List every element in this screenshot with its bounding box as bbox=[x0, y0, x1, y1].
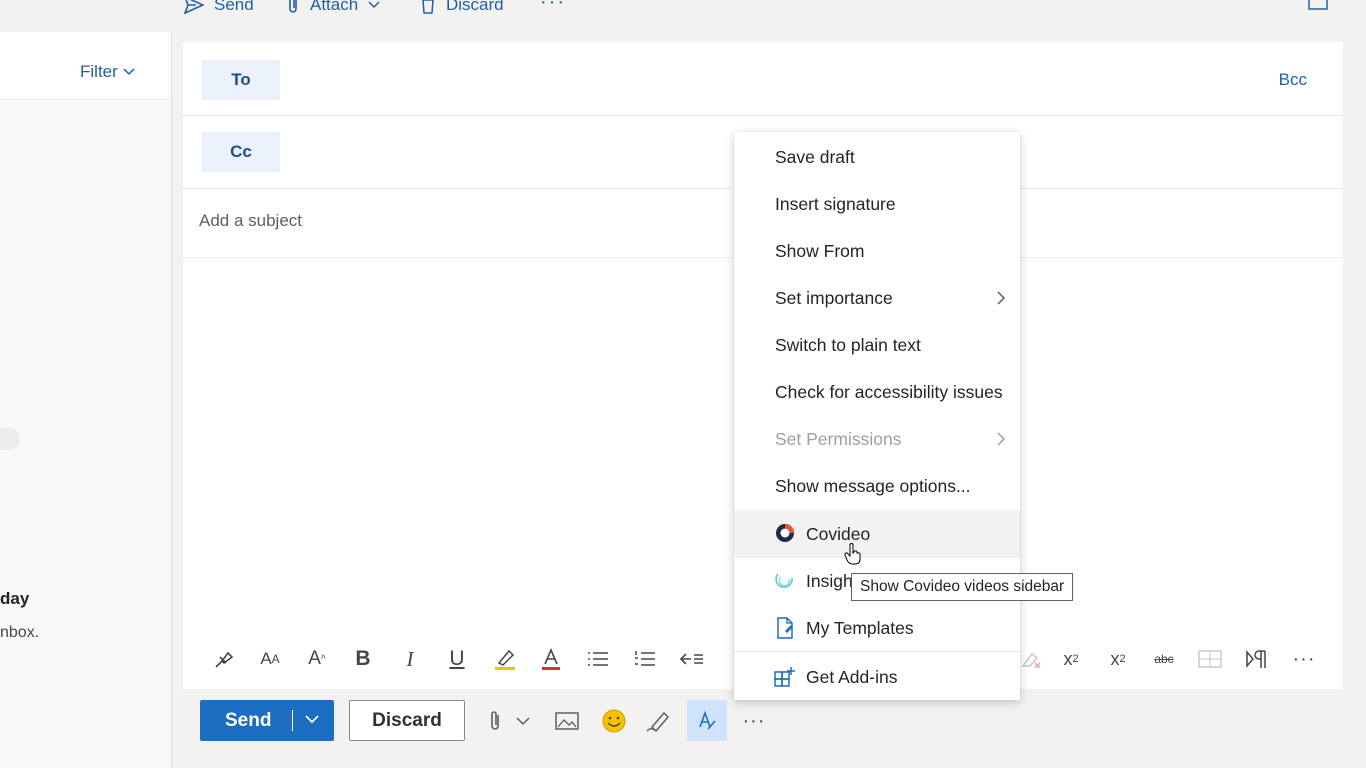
menu-item-save-draft[interactable]: Save draft bbox=[734, 134, 1020, 180]
menu-item-label: Show message options... bbox=[775, 475, 971, 496]
menu-divider bbox=[734, 651, 1020, 652]
bold-icon[interactable]: B bbox=[349, 645, 377, 673]
chevron-right-icon bbox=[997, 291, 1006, 305]
chevron-down-icon bbox=[368, 1, 380, 9]
menu-item-covideo[interactable]: Covideo bbox=[734, 510, 1020, 558]
increase-font-icon[interactable]: A ^ bbox=[303, 645, 331, 673]
highlight-icon[interactable] bbox=[491, 645, 519, 673]
paperclip-icon bbox=[289, 0, 297, 13]
menu-item-switch-plain-text[interactable]: Switch to plain text bbox=[734, 322, 1020, 368]
more-formatting-icon[interactable]: ··· bbox=[1290, 645, 1318, 673]
menu-item-set-importance[interactable]: Set importance bbox=[734, 275, 1020, 321]
decrease-indent-icon[interactable] bbox=[678, 645, 706, 673]
send-split-divider bbox=[292, 710, 293, 731]
menu-item-label: Get Add-ins bbox=[806, 666, 898, 687]
insights-icon bbox=[774, 570, 796, 592]
trash-icon bbox=[422, 0, 434, 14]
chevron-down-icon[interactable] bbox=[304, 713, 320, 725]
top-more-options-button[interactable]: ··· bbox=[540, 0, 566, 14]
insert-picture-icon[interactable] bbox=[553, 707, 581, 735]
font-color-icon[interactable] bbox=[537, 645, 565, 673]
illustration-fragment bbox=[0, 428, 20, 450]
empty-state-heading: day bbox=[0, 589, 30, 608]
message-list-pane: Filter day nbox. bbox=[0, 32, 172, 768]
menu-item-label: Set importance bbox=[775, 287, 893, 308]
menu-item-label: Show From bbox=[775, 240, 865, 261]
numbering-icon[interactable] bbox=[631, 645, 659, 673]
chevron-down-icon bbox=[123, 68, 135, 76]
send-label: Send bbox=[225, 710, 272, 731]
cc-button[interactable]: Cc bbox=[202, 132, 280, 172]
top-send-button[interactable]: Send bbox=[184, 0, 254, 17]
signature-icon[interactable] bbox=[645, 707, 673, 735]
send-button[interactable]: Send bbox=[200, 700, 334, 741]
templates-icon bbox=[774, 617, 796, 639]
menu-item-label: Insigh bbox=[806, 570, 853, 591]
to-button[interactable]: To bbox=[202, 60, 280, 100]
underline-icon[interactable]: U bbox=[443, 645, 471, 673]
attach-icon[interactable] bbox=[481, 707, 509, 735]
menu-item-set-permissions: Set Permissions bbox=[734, 416, 1020, 462]
menu-item-label: Set Permissions bbox=[775, 428, 902, 449]
editor-icon[interactable] bbox=[687, 700, 727, 741]
menu-item-get-add-ins[interactable]: Get Add-ins bbox=[734, 654, 1020, 700]
discard-button[interactable]: Discard bbox=[349, 700, 465, 741]
superscript-icon[interactable]: x2 bbox=[1057, 645, 1085, 673]
insert-table-icon[interactable] bbox=[1196, 645, 1224, 673]
menu-item-label: Check for accessibility issues bbox=[775, 381, 1003, 402]
subscript-icon[interactable]: x2 bbox=[1104, 645, 1132, 673]
menu-item-label: Insert signature bbox=[775, 193, 896, 214]
menu-item-check-accessibility[interactable]: Check for accessibility issues bbox=[734, 369, 1020, 415]
tooltip: Show Covideo videos sidebar bbox=[851, 573, 1074, 601]
filter-label: Filter bbox=[80, 62, 118, 81]
send-icon bbox=[184, 0, 204, 14]
italic-icon[interactable]: I bbox=[396, 645, 424, 673]
strikethrough-icon[interactable]: abc bbox=[1150, 645, 1178, 673]
menu-item-my-templates[interactable]: My Templates bbox=[734, 605, 1020, 651]
top-attach-button[interactable]: Attach bbox=[286, 0, 390, 17]
top-attach-label: Attach bbox=[310, 0, 359, 14]
menu-item-label: Switch to plain text bbox=[775, 334, 921, 355]
filter-button[interactable]: Filter bbox=[80, 62, 135, 82]
emoji-icon[interactable] bbox=[600, 707, 628, 735]
top-send-label: Send bbox=[214, 0, 254, 14]
menu-item-insert-signature[interactable]: Insert signature bbox=[734, 181, 1020, 227]
add-ins-icon bbox=[774, 666, 796, 688]
covideo-icon bbox=[774, 522, 796, 544]
menu-item-show-message-options[interactable]: Show message options... bbox=[734, 463, 1020, 509]
menu-item-label: Covideo bbox=[806, 523, 871, 544]
hand-cursor-icon bbox=[844, 543, 861, 565]
paragraph-direction-icon[interactable] bbox=[1243, 645, 1271, 673]
more-options-menu: Save draft Insert signature Show From Se… bbox=[734, 132, 1020, 700]
chevron-right-icon bbox=[997, 432, 1006, 446]
font-size-icon[interactable]: AA bbox=[256, 645, 284, 673]
menu-item-show-from[interactable]: Show From bbox=[734, 228, 1020, 274]
top-discard-label: Discard bbox=[446, 0, 504, 14]
to-row: To Bcc bbox=[183, 42, 1343, 116]
bcc-button[interactable]: Bcc bbox=[1279, 70, 1307, 90]
more-actions-button[interactable]: ··· bbox=[740, 707, 768, 735]
popout-icon[interactable] bbox=[1308, 0, 1328, 15]
menu-item-label: Save draft bbox=[775, 146, 855, 167]
top-discard-button[interactable]: Discard bbox=[420, 0, 504, 17]
empty-state-text: nbox. bbox=[0, 624, 40, 641]
bullets-icon[interactable] bbox=[584, 645, 612, 673]
list-header: Filter bbox=[0, 32, 171, 100]
format-painter-icon[interactable] bbox=[210, 645, 238, 673]
menu-item-label: My Templates bbox=[806, 617, 914, 638]
chevron-down-icon[interactable] bbox=[509, 707, 537, 735]
clear-formatting-icon[interactable] bbox=[1017, 645, 1045, 673]
subject-input[interactable] bbox=[199, 211, 699, 231]
command-bar: Send Attach Discard ··· bbox=[0, 0, 1366, 32]
